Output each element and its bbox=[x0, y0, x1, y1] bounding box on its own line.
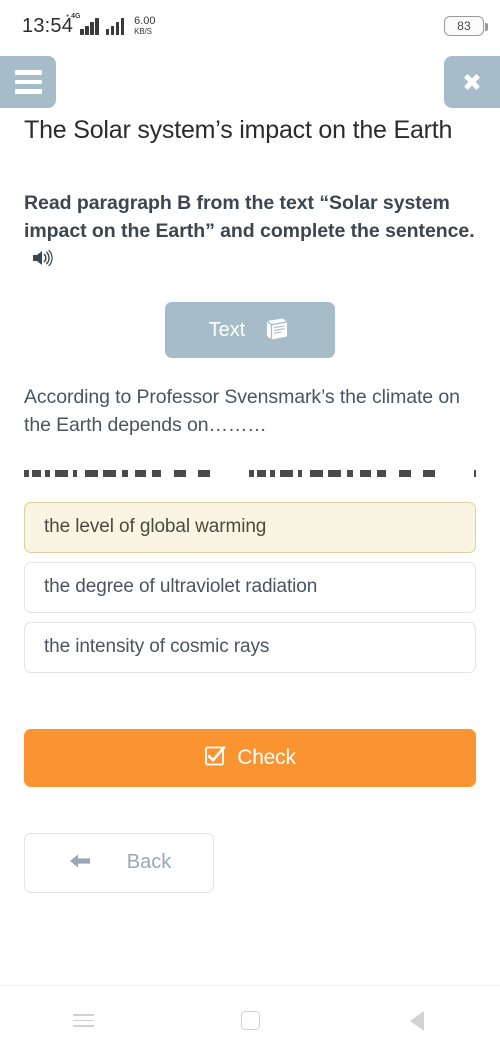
hamburger-menu-icon bbox=[14, 79, 42, 85]
nav-home-button[interactable] bbox=[167, 986, 334, 1055]
battery-icon: 83 bbox=[444, 16, 488, 36]
blurred-text-line bbox=[24, 470, 476, 478]
answer-option-label: the intensity of cosmic rays bbox=[44, 636, 270, 658]
status-bar: 13:54 * 4G 6.00 KB/S 83 bbox=[0, 0, 500, 52]
answer-option-2[interactable]: the degree of ultraviolet radiation bbox=[24, 561, 476, 613]
app-screen: 13:54 * 4G 6.00 KB/S 83 The Solar system… bbox=[0, 0, 500, 1055]
text-button[interactable]: Text bbox=[165, 302, 335, 359]
status-bar-left: 13:54 * 4G 6.00 KB/S bbox=[22, 13, 156, 38]
text-button-label: Text bbox=[208, 318, 246, 341]
answer-option-1[interactable]: the level of global warming bbox=[24, 501, 476, 553]
menu-button[interactable] bbox=[0, 56, 56, 108]
hamburger-menu-icon bbox=[14, 89, 42, 94]
close-x-icon bbox=[464, 74, 480, 90]
back-button[interactable]: Back bbox=[24, 832, 214, 893]
answer-option-3[interactable]: the intensity of cosmic rays bbox=[24, 621, 476, 673]
checkbox-checked-icon bbox=[204, 745, 226, 770]
hamburger-menu-icon bbox=[14, 70, 42, 75]
data-speed-unit: KB/S bbox=[134, 26, 152, 36]
check-button[interactable]: Check bbox=[24, 728, 476, 787]
home-square-icon bbox=[240, 1011, 260, 1030]
book-icon bbox=[263, 316, 291, 345]
roaming-star-icon: * bbox=[66, 13, 70, 22]
main-content: The Solar system’s impact on the Earth R… bbox=[0, 110, 500, 985]
text-button-container: Text bbox=[24, 302, 476, 359]
close-button[interactable] bbox=[444, 56, 500, 108]
back-triangle-icon bbox=[409, 1010, 424, 1031]
arrow-left-icon bbox=[67, 851, 93, 874]
recents-icon bbox=[72, 1014, 94, 1027]
battery-percent-label: 83 bbox=[457, 19, 471, 33]
answer-option-label: the level of global warming bbox=[44, 516, 267, 538]
question-text: According to Professor Svensmark’s the c… bbox=[24, 386, 460, 437]
app-header bbox=[0, 52, 500, 110]
data-speed-value: 6.00 bbox=[134, 15, 156, 28]
data-speed-indicator: 6.00 KB/S bbox=[134, 15, 156, 36]
instruction-text: Read paragraph B from the text “Solar sy… bbox=[24, 190, 476, 277]
network-type-label: 4G bbox=[71, 13, 81, 20]
status-bar-right: 83 bbox=[444, 16, 488, 36]
answer-options-list: the level of global warming the degree o… bbox=[24, 501, 476, 673]
signal-strength-icon-primary: * 4G bbox=[66, 13, 99, 35]
page-title: The Solar system’s impact on the Earth bbox=[24, 116, 453, 144]
nav-recents-button[interactable] bbox=[0, 986, 167, 1055]
answer-option-label: the degree of ultraviolet radiation bbox=[44, 576, 318, 598]
back-button-label: Back bbox=[126, 851, 172, 874]
system-navigation-bar bbox=[0, 985, 500, 1055]
instruction-label: Read paragraph B from the text “Solar sy… bbox=[24, 191, 475, 242]
signal-strength-icon-secondary bbox=[105, 17, 125, 35]
nav-back-button[interactable] bbox=[333, 986, 500, 1055]
speaker-audio-icon[interactable] bbox=[31, 248, 53, 277]
check-button-label: Check bbox=[237, 745, 296, 769]
blurred-text-divider bbox=[24, 462, 476, 486]
